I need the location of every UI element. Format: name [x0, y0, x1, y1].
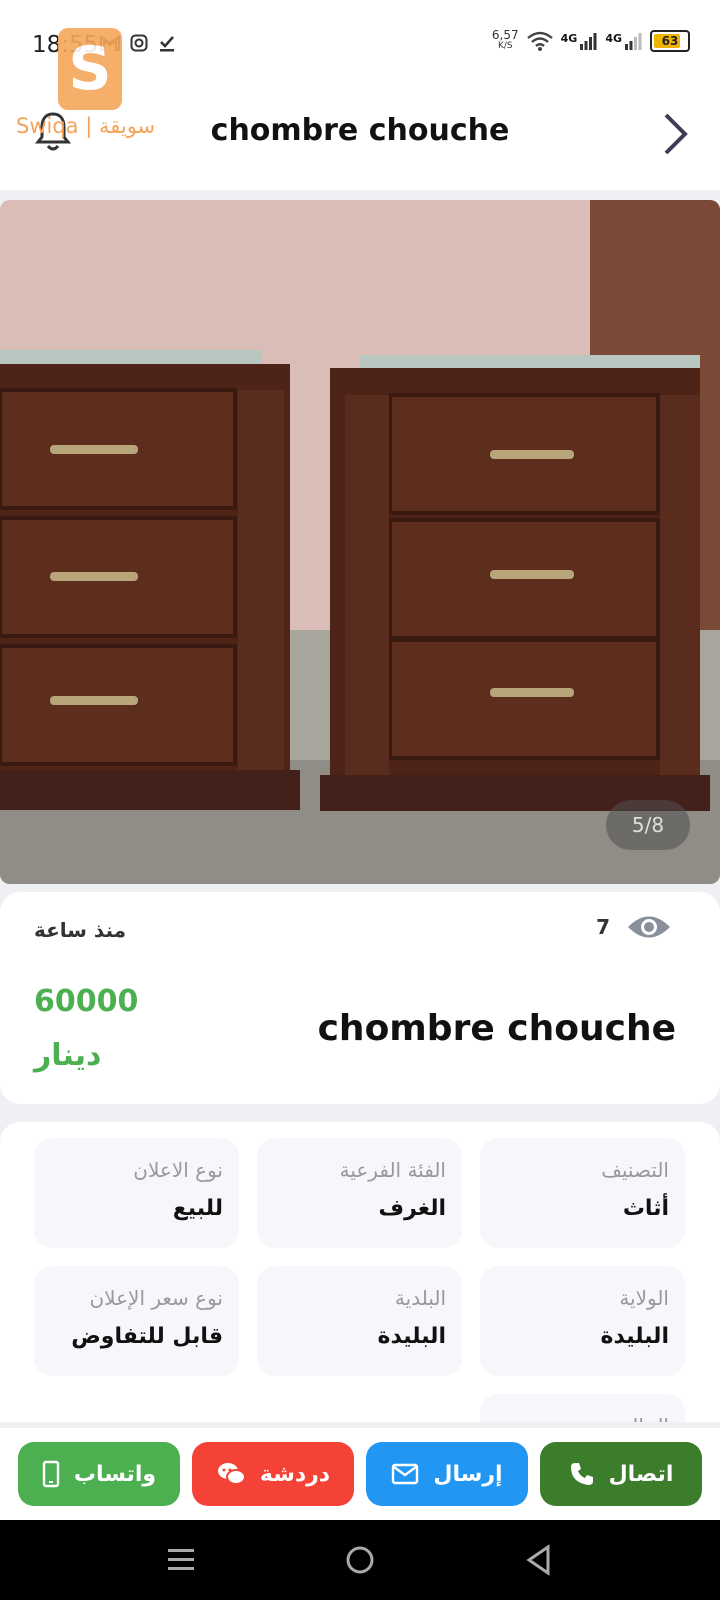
- detail-value: قابل للتفاوض: [71, 1324, 223, 1349]
- net-speed: 6,57 K/S: [491, 28, 519, 52]
- detail-value: البليدة: [377, 1324, 446, 1349]
- detail-value: للبيع: [172, 1196, 223, 1221]
- listing-title: chombre chouche: [317, 1008, 676, 1049]
- mail-icon: [392, 1463, 419, 1485]
- listing-details: التصنيف أثاث الفئة الفرعية الغرف نوع الا…: [0, 1122, 720, 1422]
- detail-value: الغرف: [378, 1196, 446, 1221]
- gallery-counter: 5/8: [606, 800, 690, 850]
- logo-mark: S: [58, 28, 122, 110]
- chat-bubbles-icon: [217, 1463, 246, 1485]
- currency: دينار: [34, 1038, 102, 1073]
- chat-label: دردشة: [259, 1461, 331, 1487]
- app-logo: S Swiqa | سويقة: [16, 26, 166, 141]
- views-value: 7: [596, 915, 610, 939]
- signal-bars-icon: [625, 33, 642, 50]
- whatsapp-label: واتساب: [73, 1461, 157, 1487]
- detail-ad-type: نوع الاعلان للبيع: [34, 1138, 239, 1248]
- detail-category: التصنيف أثاث: [480, 1138, 685, 1248]
- battery-level: 63: [661, 34, 679, 48]
- call-label: اتصال: [608, 1461, 674, 1487]
- call-button[interactable]: اتصال: [540, 1442, 702, 1506]
- furniture-photo: [0, 200, 720, 884]
- mobile-phone-icon: [42, 1460, 60, 1488]
- detail-value: البليدة: [600, 1324, 669, 1349]
- system-nav-bar: [0, 1520, 720, 1600]
- view-count: 7: [596, 912, 672, 942]
- signal-bars-icon: [580, 33, 597, 50]
- detail-price-type: نوع سعر الإعلان قابل للتفاوض: [34, 1266, 239, 1376]
- listing-photo[interactable]: 5/8: [0, 200, 720, 884]
- posted-time: منذ ساعة: [34, 918, 127, 942]
- detail-municipality: البلدية البليدة: [257, 1266, 462, 1376]
- send-button[interactable]: إرسال: [366, 1442, 528, 1506]
- detail-label: التصنيف: [601, 1158, 669, 1182]
- signal-2-label: 4G: [605, 32, 622, 45]
- signal-2: 4G: [605, 32, 642, 50]
- logo-text: Swiqa | سويقة: [16, 114, 156, 138]
- listing-summary: منذ ساعة 7 60000 دينار chombre chouche: [0, 892, 720, 1104]
- phone-icon: [570, 1463, 593, 1485]
- send-label: إرسال: [433, 1461, 503, 1487]
- back-icon[interactable]: [524, 1544, 554, 1576]
- detail-value: أثاث: [622, 1196, 669, 1221]
- whatsapp-button[interactable]: واتساب: [18, 1442, 180, 1506]
- detail-subcategory: الفئة الفرعية الغرف: [257, 1138, 462, 1248]
- wifi-icon: [526, 31, 553, 51]
- home-icon[interactable]: [344, 1544, 376, 1576]
- action-bar: اتصال إرسال دردشة واتساب: [0, 1428, 720, 1520]
- detail-label: البلدية: [394, 1286, 446, 1310]
- detail-label: نوع الاعلان: [133, 1158, 223, 1182]
- signal-1-label: 4G: [560, 32, 578, 45]
- eye-icon: [628, 916, 670, 938]
- detail-province: الولاية البليدة: [480, 1266, 685, 1376]
- detail-label: الحالة: [622, 1414, 669, 1422]
- price: 60000: [34, 984, 139, 1019]
- chat-button[interactable]: دردشة: [192, 1442, 354, 1506]
- battery-icon: 63: [650, 30, 690, 52]
- net-speed-unit: K/S: [497, 41, 513, 51]
- detail-label: الفئة الفرعية: [339, 1158, 446, 1182]
- signal-1: 4G: [561, 32, 598, 50]
- system-status: 6,57 K/S 4G 4G 63: [491, 28, 690, 52]
- chevron-right-icon[interactable]: [660, 111, 690, 157]
- detail-label: نوع سعر الإعلان: [89, 1286, 223, 1310]
- detail-label: الولاية: [619, 1286, 669, 1310]
- detail-condition: الحالة: [480, 1394, 685, 1422]
- menu-icon[interactable]: [166, 1544, 196, 1574]
- net-speed-value: 6,57: [491, 28, 519, 42]
